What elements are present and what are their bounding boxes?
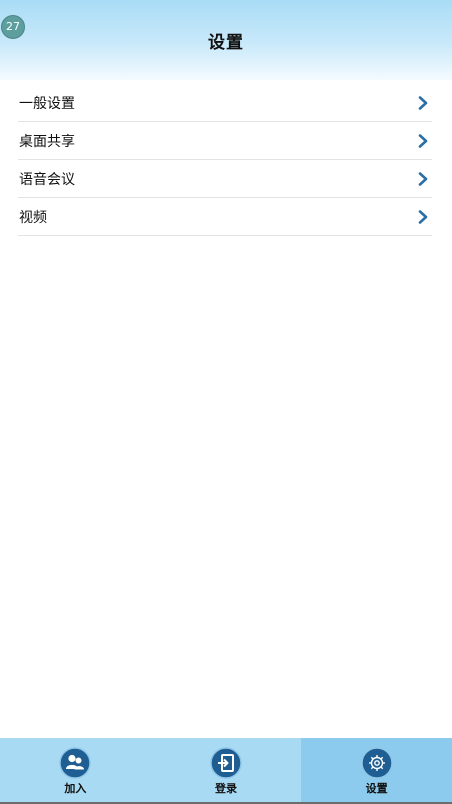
- tab-login[interactable]: 登录: [151, 738, 302, 802]
- tab-label: 登录: [215, 782, 237, 795]
- page-title: 设置: [208, 33, 244, 53]
- tab-label: 加入: [64, 782, 87, 795]
- chevron-right-icon: [418, 172, 428, 186]
- settings-item-label: 一般设置: [19, 96, 75, 112]
- settings-screen: 27 设置 一般设置 桌面共享 语音会议 视频 加入 登录 设置: [0, 0, 452, 804]
- settings-item-label: 桌面共享: [19, 134, 75, 150]
- tab-settings[interactable]: 设置: [301, 738, 452, 802]
- tab-label: 设置: [365, 782, 388, 795]
- chevron-right-icon: [418, 134, 428, 148]
- chevron-right-icon: [418, 210, 428, 224]
- tab-join[interactable]: 加入: [0, 738, 151, 802]
- settings-gear-icon: [360, 747, 393, 779]
- settings-item-general[interactable]: 一般设置: [18, 84, 432, 122]
- settings-item-desktop-share[interactable]: 桌面共享: [18, 122, 432, 160]
- settings-item-video[interactable]: 视频: [18, 198, 432, 236]
- join-users-icon: [59, 747, 92, 779]
- chevron-right-icon: [418, 96, 428, 110]
- settings-item-label: 语音会议: [19, 172, 75, 188]
- settings-item-voice-conference[interactable]: 语音会议: [18, 160, 432, 198]
- login-icon: [210, 747, 242, 779]
- settings-list: 一般设置 桌面共享 语音会议 视频: [18, 84, 432, 236]
- header-bar: 27 设置: [0, 0, 452, 80]
- bottom-tab-bar: 加入 登录 设置: [0, 738, 452, 802]
- settings-item-label: 视频: [19, 210, 47, 226]
